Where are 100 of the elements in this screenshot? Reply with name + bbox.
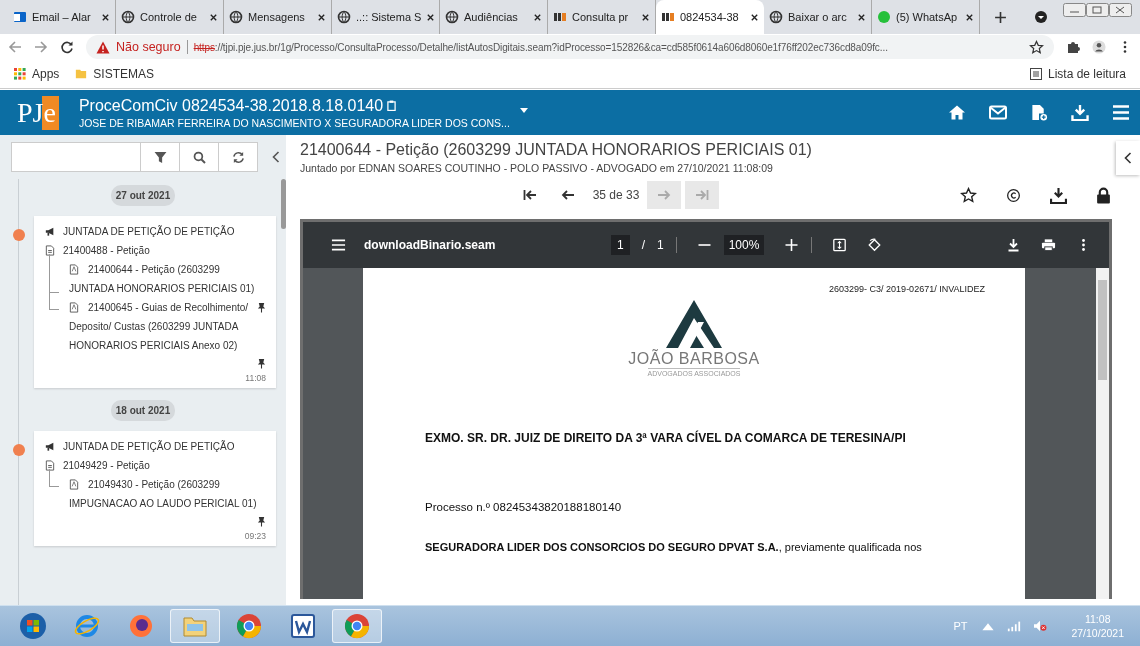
close-icon[interactable] (101, 12, 110, 22)
expand-panel-button[interactable] (1116, 141, 1140, 175)
document-link[interactable]: 21049429 - Petição (63, 460, 150, 471)
reading-list-button[interactable]: Lista de leitura (1029, 67, 1126, 81)
close-icon[interactable] (426, 12, 436, 22)
print-icon[interactable] (1041, 238, 1056, 252)
word-document-icon (289, 612, 317, 640)
star-icon[interactable] (960, 186, 977, 204)
attachment-link[interactable]: 21400644 - Petição (2603299 JUNTADA HONORARIOS PERICIAIS 01) (57, 260, 266, 298)
download-icon[interactable] (1006, 238, 1021, 252)
browser-tab[interactable]: Controle de (116, 0, 224, 34)
filter-icon (153, 150, 167, 164)
caret-icon[interactable] (519, 108, 528, 113)
fit-page-icon[interactable] (832, 238, 848, 252)
scrollbar-thumb[interactable] (281, 179, 286, 229)
search-button[interactable] (180, 142, 219, 172)
close-icon[interactable] (965, 12, 974, 22)
event-title: JUNTADA DE PETIÇÃO DE PETIÇÃO (63, 226, 235, 237)
firm-name: JOÃO BARBOSA (628, 350, 760, 368)
bookmark[interactable]: Apps (14, 67, 60, 81)
file-name: downloadBinario.seam (364, 238, 496, 252)
left-arrow-icon (560, 189, 575, 201)
browser-tab[interactable]: (5) WhatsAp (872, 0, 980, 34)
browser-tab[interactable]: 0824534-38 (656, 0, 764, 34)
list-icon (1029, 68, 1042, 80)
pdf-file-icon (69, 479, 79, 490)
bookmark[interactable]: SISTEMAS (75, 67, 155, 81)
search-icon (192, 150, 206, 164)
close-icon[interactable] (857, 12, 866, 22)
pin-icon[interactable] (257, 302, 266, 313)
back-arrow-icon[interactable] (8, 40, 22, 54)
tree-line (49, 469, 59, 487)
page-number-field[interactable]: 1 (610, 235, 630, 255)
lock-icon[interactable] (1095, 186, 1112, 204)
globe-icon (445, 10, 459, 24)
pin-icon[interactable] (257, 515, 266, 527)
browser-tab[interactable]: ..:: Sistema S (332, 0, 440, 34)
clipboard-icon[interactable] (387, 100, 397, 111)
window-controls-drawing[interactable] (1062, 3, 1134, 19)
triangle-logo-icon (664, 300, 724, 350)
browser-tab[interactable]: Email – Alar (8, 0, 116, 34)
close-icon[interactable] (317, 12, 326, 22)
timeline-dot (13, 229, 25, 241)
pin-icon[interactable] (257, 357, 266, 369)
refresh-button[interactable] (219, 142, 258, 172)
avatar-icon[interactable] (1092, 40, 1106, 54)
refresh-icon (231, 150, 245, 164)
reload-icon[interactable] (60, 40, 74, 54)
profile-dot-icon[interactable] (1034, 10, 1048, 24)
pdf-file-icon (69, 302, 79, 313)
pdf-file-icon (69, 264, 79, 275)
close-icon[interactable] (750, 12, 759, 22)
warning-icon (96, 40, 110, 54)
pje-logo-icon (661, 10, 675, 24)
close-icon[interactable] (641, 12, 650, 22)
scrollbar[interactable] (1096, 268, 1109, 599)
pje-logo-icon (553, 10, 567, 24)
parties-text: JOSE DE RIBAMAR FERREIRA DO NASCIMENTO X SEGURADORA LIDER DOS CONS... (78, 116, 510, 129)
date-badge: 27 out 2021 (111, 185, 175, 206)
copyright-icon[interactable] (1005, 186, 1022, 204)
muted-speaker-icon[interactable] (1033, 620, 1048, 632)
menu-icon[interactable] (331, 238, 346, 252)
new-tab-icon[interactable] (994, 10, 1007, 24)
filter-button[interactable] (141, 142, 180, 172)
event-time: 11:08 (244, 373, 266, 383)
browser-tab[interactable]: Audiências (440, 0, 548, 34)
menu-icon[interactable] (1112, 104, 1130, 121)
globe-icon (769, 10, 783, 24)
rotate-icon[interactable] (867, 238, 883, 252)
date-badge: 18 out 2021 (111, 400, 175, 421)
firefox-icon (127, 612, 155, 640)
zoom-field[interactable]: 100% (723, 235, 765, 255)
attachment-link[interactable]: 21049430 - Petição (2603299 IMPUGNACAO AO LAUDO PERICIAL 01) (57, 475, 266, 513)
event-title: JUNTADA DE PETIÇÃO DE PETIÇÃO (63, 441, 235, 452)
chevron-left-icon[interactable] (272, 151, 280, 163)
process-title: ProceComCiv 0824534-38.2018.8.18.0140 (78, 96, 510, 115)
download-icon[interactable] (1050, 186, 1067, 204)
browser-tab[interactable]: Baixar o arc (764, 0, 872, 34)
document-icon (45, 460, 55, 471)
mail-icon[interactable] (989, 104, 1007, 121)
chevron-left-icon (1124, 152, 1132, 164)
mail-app-icon (13, 10, 27, 24)
browser-tab[interactable]: Mensagens (224, 0, 332, 34)
address-bar[interactable]: Não seguro https://tjpi.pje.jus.br/1g/Processo/ConsultaProcesso/Detalhe/listAutosDigitais.seam?idProcesso=152826&ca=cd585f0614a606d8060e1f76ff202ec736cd8a09fc... (86, 35, 1054, 59)
star-icon[interactable] (1029, 39, 1044, 55)
attachment-link[interactable]: 21400645 - Guias de Recolhimento/ Deposito/ Custas (2603299 JUNTADA HONORARIOS PERICIAIS Anexo 02) (57, 298, 257, 355)
chrome-icon (235, 612, 263, 640)
search-field[interactable] (11, 142, 141, 172)
home-icon[interactable] (948, 104, 966, 121)
chat-bubble-icon (877, 10, 891, 24)
zoom-in-icon[interactable] (784, 238, 800, 252)
taskbar-app[interactable] (332, 609, 382, 643)
globe-icon (229, 10, 243, 24)
close-icon[interactable] (209, 12, 218, 22)
folder-icon (75, 68, 88, 80)
forward-arrow-icon[interactable] (34, 40, 48, 54)
document-add-icon[interactable] (1030, 104, 1048, 121)
puzzle-piece-icon[interactable] (1066, 40, 1080, 54)
close-icon[interactable] (533, 12, 542, 22)
document-link[interactable]: 21400488 - Petição (63, 245, 150, 256)
